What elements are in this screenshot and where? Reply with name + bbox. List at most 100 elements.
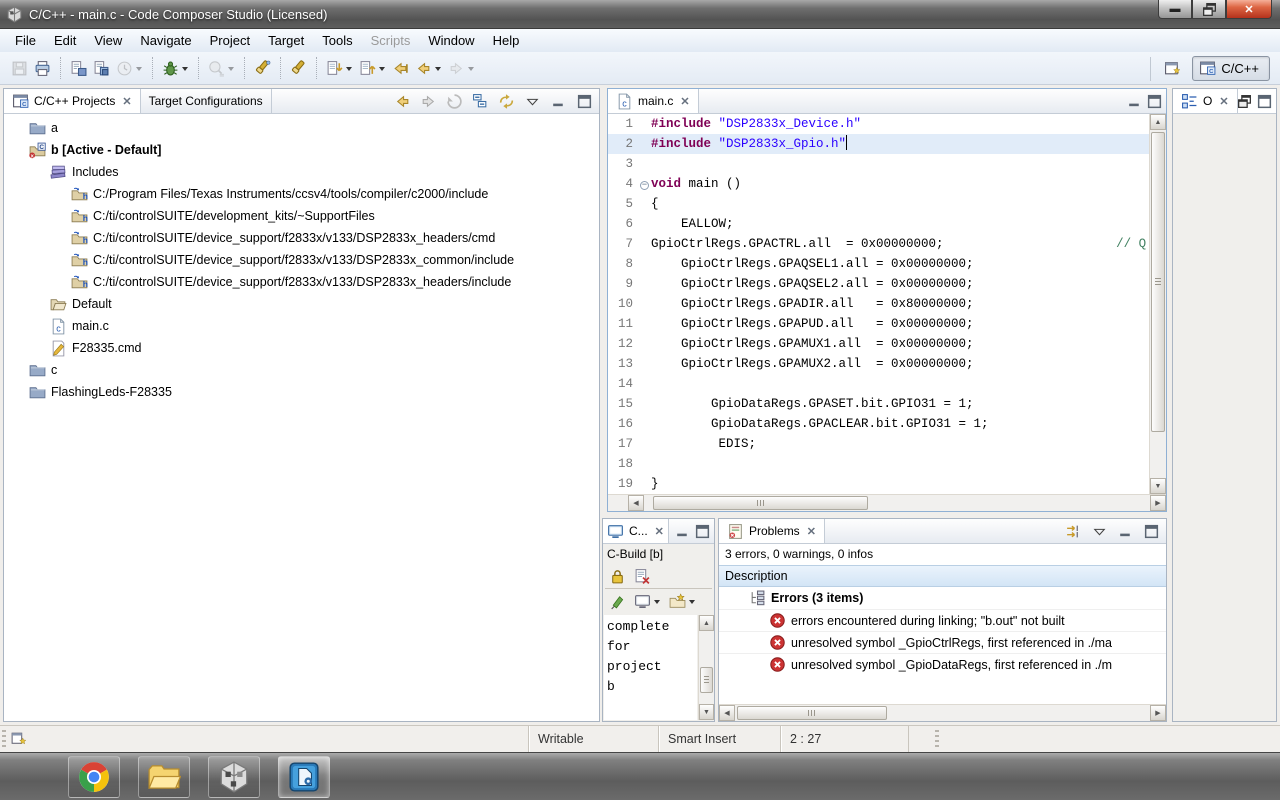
minimize-button[interactable]: ▬: [1158, 0, 1192, 19]
code-line[interactable]: 18: [608, 454, 1166, 474]
dropdown-arrow-icon[interactable]: [136, 66, 142, 74]
taskbar-ccs-active-button[interactable]: [278, 756, 330, 798]
back-button[interactable]: [391, 89, 414, 113]
collapse-all-button[interactable]: [469, 89, 492, 113]
build-active-button[interactable]: [67, 56, 90, 80]
scroll-up-icon[interactable]: ▲: [699, 615, 714, 631]
dropdown-arrow-icon[interactable]: [346, 66, 352, 74]
tree-item[interactable]: a: [4, 117, 599, 139]
menu-tools[interactable]: Tools: [313, 30, 361, 51]
scroll-down-icon[interactable]: ▼: [1150, 478, 1166, 494]
back-button[interactable]: [412, 56, 445, 80]
tab-problems[interactable]: Problems ✕: [719, 519, 825, 543]
tree-item[interactable]: h C:/ti/controlSUITE/device_support/f2833…: [4, 249, 599, 271]
taskbar-chrome-button[interactable]: [68, 756, 120, 798]
display-console-button[interactable]: [631, 589, 664, 613]
code-line[interactable]: 6 EALLOW;: [608, 214, 1166, 234]
dropdown-arrow-icon[interactable]: [182, 66, 188, 74]
menu-view[interactable]: View: [85, 30, 131, 51]
code-line[interactable]: 17 EDIS;: [608, 434, 1166, 454]
view-menu-button[interactable]: [521, 89, 544, 113]
menu-file[interactable]: File: [6, 30, 45, 51]
tree-item[interactable]: c main.c: [4, 315, 599, 337]
close-tab-icon[interactable]: ✕: [122, 95, 131, 108]
tree-item[interactable]: Cx b [Active - Default]: [4, 139, 599, 161]
view-menu-button[interactable]: [1088, 519, 1111, 543]
taskbar-explorer-button[interactable]: [138, 756, 190, 798]
maximize-icon[interactable]: [1256, 93, 1273, 110]
code-line[interactable]: 1 #include "DSP2833x_Device.h": [608, 114, 1166, 134]
tab-console[interactable]: C... ✕: [603, 519, 669, 543]
code-line[interactable]: 2 #include "DSP2833x_Gpio.h": [608, 134, 1166, 154]
code-line[interactable]: 4− void main (): [608, 174, 1166, 194]
forward-button[interactable]: [417, 89, 440, 113]
scroll-up-icon[interactable]: ▲: [1150, 114, 1166, 130]
menu-project[interactable]: Project: [201, 30, 259, 51]
code-line[interactable]: 12 GpioCtrlRegs.GPAMUX1.all = 0x00000000…: [608, 334, 1166, 354]
close-button[interactable]: ✕: [1226, 0, 1272, 19]
scroll-thumb[interactable]: [700, 667, 713, 693]
scroll-thumb[interactable]: [1151, 132, 1165, 432]
close-tab-icon[interactable]: ✕: [680, 95, 689, 108]
problem-row[interactable]: unresolved symbol _GpioCtrlRegs, first r…: [719, 631, 1166, 653]
tree-item[interactable]: h C:/ti/controlSUITE/development_kits/~Su…: [4, 205, 599, 227]
build-clock-button[interactable]: [113, 56, 146, 80]
code-line[interactable]: 13 GpioCtrlRegs.GPAMUX2.all = 0x00000000…: [608, 354, 1166, 374]
menu-window[interactable]: Window: [419, 30, 483, 51]
annotate-up-button[interactable]: [356, 56, 389, 80]
close-tab-icon[interactable]: ✕: [655, 525, 664, 538]
close-tab-icon[interactable]: ✕: [807, 525, 816, 538]
tab-outline[interactable]: O ✕: [1173, 89, 1238, 113]
last-edit-button[interactable]: [389, 56, 412, 80]
console-output[interactable]: complete for project b: [604, 615, 697, 720]
maximize-icon[interactable]: [694, 523, 711, 540]
code-line[interactable]: 9 GpioCtrlRegs.GPAQSEL2.all = 0x00000000…: [608, 274, 1166, 294]
profile-button[interactable]: [205, 56, 238, 80]
code-line[interactable]: 16 GpioDataRegs.GPACLEAR.bit.GPIO31 = 1;: [608, 414, 1166, 434]
tree-item[interactable]: c: [4, 359, 599, 381]
scroll-thumb[interactable]: [653, 496, 868, 510]
tree-item[interactable]: Default: [4, 293, 599, 315]
link-editor-button[interactable]: [495, 89, 518, 113]
open-console-button[interactable]: [666, 589, 699, 613]
code-line[interactable]: 8 GpioCtrlRegs.GPAQSEL1.all = 0x00000000…: [608, 254, 1166, 274]
problem-row[interactable]: unresolved symbol _GpioDataRegs, first r…: [719, 653, 1166, 675]
tree-item[interactable]: h C:/Program Files/Texas Instruments/ccsv…: [4, 183, 599, 205]
cpp-perspective-button[interactable]: C C/C++: [1192, 56, 1270, 81]
errors-group-row[interactable]: Errors (3 items): [719, 587, 1166, 609]
tree-item[interactable]: F28335.cmd: [4, 337, 599, 359]
code-line[interactable]: 10 GpioCtrlRegs.GPADIR.all = 0x80000000;: [608, 294, 1166, 314]
dropdown-arrow-icon[interactable]: [228, 66, 234, 74]
remove-console-button[interactable]: [631, 564, 654, 588]
scroll-left-icon[interactable]: ◀: [719, 705, 735, 721]
lock-button[interactable]: [606, 564, 629, 588]
flash-button[interactable]: [287, 56, 310, 80]
menu-target[interactable]: Target: [259, 30, 313, 51]
scroll-thumb[interactable]: [737, 706, 887, 720]
minimize-button[interactable]: [1114, 519, 1137, 543]
minimize-icon[interactable]: [674, 523, 691, 540]
code-line[interactable]: 3: [608, 154, 1166, 174]
fast-view-icon[interactable]: [10, 730, 27, 747]
code-line[interactable]: 5{: [608, 194, 1166, 214]
save-button[interactable]: [8, 56, 31, 80]
tree-item[interactable]: h C:/ti/controlSUITE/device_support/f2833…: [4, 271, 599, 293]
restore-button[interactable]: [1192, 0, 1226, 19]
problems-horizontal-scrollbar[interactable]: ◀ ▶: [719, 704, 1166, 721]
code-line[interactable]: 19}: [608, 474, 1166, 494]
open-perspective-button[interactable]: [1161, 57, 1184, 81]
restore-icon[interactable]: [1236, 93, 1253, 110]
code-line[interactable]: 15 GpioDataRegs.GPASET.bit.GPIO31 = 1;: [608, 394, 1166, 414]
scroll-left-icon[interactable]: ◀: [628, 495, 644, 511]
tree-item[interactable]: FlashingLeds-F28335: [4, 381, 599, 403]
print-button[interactable]: [31, 56, 54, 80]
tab-cpp-projects[interactable]: C C/C++ Projects ✕: [4, 89, 141, 113]
up-button[interactable]: [443, 89, 466, 113]
build-all-button[interactable]: [90, 56, 113, 80]
maximize-icon[interactable]: [1146, 93, 1163, 110]
forward-button[interactable]: [445, 56, 478, 80]
tab-target-configurations[interactable]: Target Configurations: [141, 89, 272, 113]
problem-row[interactable]: errors encountered during linking; "b.ou…: [719, 609, 1166, 631]
scroll-right-icon[interactable]: ▶: [1150, 705, 1166, 721]
flash-new-button[interactable]: [251, 56, 274, 80]
